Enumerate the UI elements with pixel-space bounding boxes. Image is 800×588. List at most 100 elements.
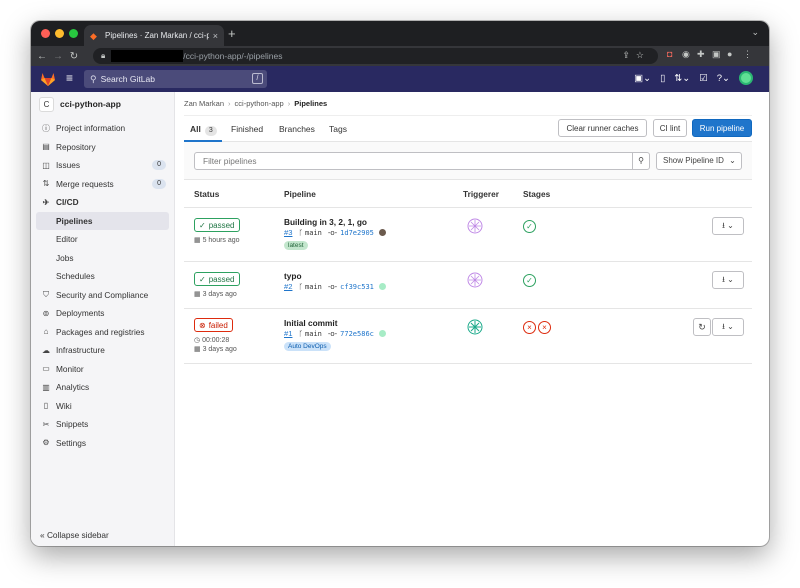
stage-failed-icon[interactable]: × bbox=[538, 321, 551, 334]
pipeline-title[interactable]: Building in 3, 2, 1, go bbox=[284, 217, 367, 227]
sidebar-item-infrastructure[interactable]: ☁ Infrastructure bbox=[31, 341, 174, 360]
chevron-down-icon: ⌄ bbox=[727, 221, 734, 230]
status-badge[interactable]: ⊗ failed bbox=[194, 318, 233, 332]
branch-name[interactable]: main bbox=[305, 283, 322, 291]
ci-lint-button[interactable]: CI lint bbox=[653, 119, 687, 137]
issues-icon: ◫ bbox=[42, 160, 50, 170]
tab-all-count: 3 bbox=[204, 126, 217, 136]
deploy-icon: ⊚ bbox=[42, 308, 50, 318]
commit-sha[interactable]: 1d7e2905 bbox=[340, 229, 374, 237]
tab-all[interactable]: All 3 bbox=[190, 124, 217, 136]
author-avatar[interactable] bbox=[378, 283, 386, 290]
gitlab-favicon-icon: ◆ bbox=[90, 30, 97, 41]
breadcrumb-current[interactable]: Pipelines bbox=[294, 99, 327, 108]
sidebar-sub-pipelines[interactable]: Pipelines bbox=[36, 211, 169, 230]
sidebar-item-repository[interactable]: ▤ Repository bbox=[31, 138, 174, 157]
create-new-icon[interactable]: ▣⌄ bbox=[634, 73, 651, 84]
tab-search-chevron-icon[interactable]: ⌄ bbox=[751, 27, 759, 38]
todos-icon[interactable]: ☑ bbox=[699, 73, 708, 84]
puzzle-extensions-icon[interactable]: ✚ bbox=[697, 49, 705, 60]
omnibox-icons[interactable]: ⇪☆ bbox=[622, 50, 650, 61]
status-badge[interactable]: ✓ passed bbox=[194, 272, 240, 286]
hamburger-menu-icon[interactable]: ≡ bbox=[66, 71, 73, 85]
tab-tags[interactable]: Tags bbox=[329, 124, 347, 134]
sidebar-item-wiki[interactable]: ▯ Wiki bbox=[31, 397, 174, 416]
download-artifacts-dropdown[interactable]: ⭳ ⌄ bbox=[712, 318, 744, 336]
clear-runner-caches-button[interactable]: Clear runner caches bbox=[558, 119, 647, 137]
tab-close-icon[interactable]: × bbox=[213, 31, 218, 41]
sidebar-item-issues[interactable]: ◫ Issues 0 bbox=[31, 156, 174, 175]
download-artifacts-dropdown[interactable]: ⭳ ⌄ bbox=[712, 271, 744, 289]
filter-search-button[interactable]: ⚲ bbox=[632, 152, 650, 170]
profile-avatar[interactable]: ● bbox=[727, 49, 732, 59]
commit-sha[interactable]: 772e586c bbox=[340, 330, 374, 338]
sidebar-sub-jobs[interactable]: Jobs bbox=[31, 249, 174, 268]
extension-icon[interactable]: ◉ bbox=[682, 49, 690, 60]
author-avatar[interactable] bbox=[378, 330, 386, 337]
sidebar-sub-editor[interactable]: Editor bbox=[31, 230, 174, 249]
address-bar[interactable]: 🔒︎ /cci-python-app/-/pipelines ⇪☆ bbox=[93, 48, 658, 64]
forward-arrow-icon[interactable]: → bbox=[50, 51, 66, 62]
merge-requests-header-icon[interactable]: ⇅⌄ bbox=[674, 73, 690, 84]
download-artifacts-dropdown[interactable]: ⭳ ⌄ bbox=[712, 217, 744, 235]
author-avatar[interactable] bbox=[378, 229, 386, 236]
close-window-button[interactable] bbox=[41, 29, 50, 38]
filter-pipelines-input[interactable]: Filter pipelines bbox=[194, 152, 640, 170]
help-icon[interactable]: ?⌄ bbox=[717, 73, 730, 84]
package-icon: ⌂ bbox=[43, 327, 49, 337]
sidebar-item-cicd[interactable]: ✈ CI/CD bbox=[31, 193, 174, 212]
sidebar-item-security[interactable]: ⛉ Security and Compliance bbox=[31, 286, 174, 305]
status-badge[interactable]: ✓ passed bbox=[194, 218, 240, 232]
sidebar-item-analytics[interactable]: ▥ Analytics bbox=[31, 378, 174, 397]
sidebar-item-packages[interactable]: ⌂ Packages and registries bbox=[31, 323, 174, 342]
pipeline-title[interactable]: typo bbox=[284, 271, 302, 281]
stage-passed-icon[interactable]: ✓ bbox=[523, 220, 536, 233]
pipeline-id-link[interactable]: #1 bbox=[284, 329, 292, 338]
triggerer-avatar[interactable] bbox=[467, 319, 483, 335]
user-avatar[interactable] bbox=[739, 71, 753, 85]
issues-header-icon[interactable]: ▯ bbox=[660, 73, 665, 84]
pipeline-id-link[interactable]: #2 bbox=[284, 282, 292, 291]
pipeline-title[interactable]: Initial commit bbox=[284, 318, 337, 328]
sidebar-item-settings[interactable]: ⚙ Settings bbox=[31, 434, 174, 453]
triggerer-avatar[interactable] bbox=[467, 218, 483, 234]
new-tab-button[interactable]: + bbox=[228, 27, 236, 40]
commit-sha[interactable]: cf39c531 bbox=[340, 283, 374, 291]
duration: 00:00:28 bbox=[202, 337, 230, 344]
maximize-window-button[interactable] bbox=[69, 29, 78, 38]
gitlab-logo-icon[interactable] bbox=[40, 71, 56, 87]
tab-finished[interactable]: Finished bbox=[231, 124, 263, 134]
show-pipeline-id-dropdown[interactable]: Show Pipeline ID ⌄ bbox=[656, 152, 742, 170]
run-pipeline-button[interactable]: Run pipeline bbox=[692, 119, 752, 137]
browser-tab[interactable]: ◆ Pipelines · Zan Markan / cci-py × bbox=[84, 25, 224, 46]
reload-icon[interactable]: ↻ bbox=[66, 51, 82, 62]
sidebar-item-snippets[interactable]: ✂ Snippets bbox=[31, 415, 174, 434]
branch-name[interactable]: main bbox=[305, 229, 322, 237]
sidebar-item-deployments[interactable]: ⊚ Deployments bbox=[31, 304, 174, 323]
breadcrumb-project[interactable]: cci-python-app bbox=[235, 99, 284, 108]
branch-name[interactable]: main bbox=[305, 330, 322, 338]
gitlab-search-input[interactable]: ⚲ Search GitLab / bbox=[84, 70, 267, 88]
time-ago: 3 days ago bbox=[202, 291, 237, 298]
browser-menu-icon[interactable]: ⋮ bbox=[743, 49, 752, 60]
column-stages: Stages bbox=[523, 189, 551, 199]
sidebar-item-merge-requests[interactable]: ⇅ Merge requests 0 bbox=[31, 175, 174, 194]
stage-failed-icon[interactable]: × bbox=[523, 321, 536, 334]
issues-count-badge: 0 bbox=[152, 160, 166, 170]
sidebar-item-monitor[interactable]: ▭ Monitor bbox=[31, 360, 174, 379]
pipeline-id-link[interactable]: #3 bbox=[284, 228, 292, 237]
tab-branches[interactable]: Branches bbox=[279, 124, 315, 134]
collapse-sidebar-button[interactable]: « Collapse sidebar bbox=[40, 530, 109, 540]
stage-passed-icon[interactable]: ✓ bbox=[523, 274, 536, 287]
triggerer-avatar[interactable] bbox=[467, 272, 483, 288]
sidebar-sub-schedules[interactable]: Schedules bbox=[31, 267, 174, 286]
pocket-extension-icon[interactable]: ◘ bbox=[667, 49, 672, 59]
minimize-window-button[interactable] bbox=[55, 29, 64, 38]
sidebar-item-project-information[interactable]: ⓘ Project information bbox=[31, 119, 174, 138]
back-arrow-icon[interactable]: ← bbox=[34, 51, 50, 62]
retry-button[interactable]: ↻ bbox=[693, 318, 711, 336]
chevron-down-icon: ⌄ bbox=[729, 156, 736, 165]
project-header[interactable]: C cci-python-app bbox=[31, 92, 174, 116]
sidepanel-icon[interactable]: ▣ bbox=[712, 49, 721, 60]
breadcrumb-user[interactable]: Zan Markan bbox=[184, 99, 224, 108]
